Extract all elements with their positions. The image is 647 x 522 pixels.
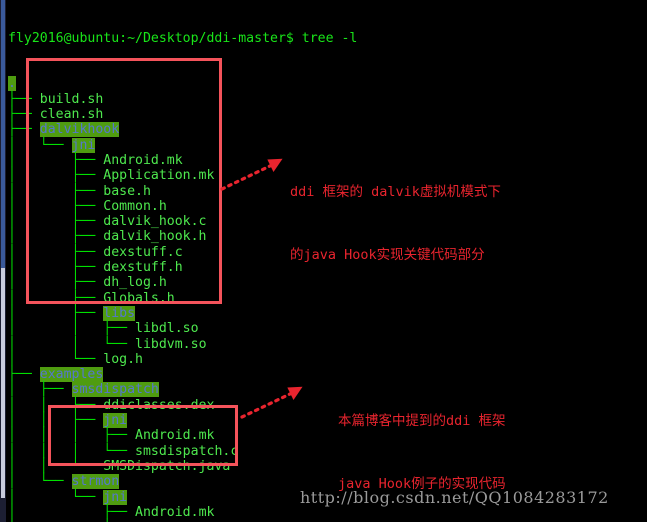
tree-branch-glyph: │ │ ├── bbox=[8, 321, 136, 337]
terminal-scrollbar[interactable] bbox=[0, 0, 6, 522]
tree-row: │ │ ├── libdl.so bbox=[8, 321, 647, 336]
tree-branch-glyph: ├── bbox=[8, 367, 40, 383]
watermark: http://blog.csdn.net/QQ1084283172 bbox=[300, 488, 609, 507]
tree-row: │ │ ├── ddiclasses.dex bbox=[8, 398, 647, 413]
tree-file-name[interactable]: SMSDispatch.java bbox=[103, 459, 230, 474]
tree-file-name[interactable]: Common.h bbox=[103, 199, 167, 214]
tree-directory-name[interactable]: examples bbox=[39, 367, 104, 383]
tree-branch-glyph: │ ├── bbox=[8, 504, 136, 520]
tree-directory-name[interactable]: jni bbox=[103, 489, 128, 505]
tree-branch-glyph: │ ├── bbox=[8, 260, 104, 276]
tree-row: │ ├── Android.mk bbox=[8, 505, 647, 520]
tree-file-name[interactable]: libdvm.so bbox=[135, 337, 206, 352]
tree-row: ├── build.sh bbox=[8, 92, 647, 107]
tree-root-label[interactable]: . bbox=[8, 76, 16, 92]
tree-file-name[interactable]: dalvik_hook.h bbox=[103, 229, 206, 244]
tree-branch-glyph: │ └── bbox=[8, 137, 72, 153]
tree-branch-glyph: │ │ │ └── bbox=[8, 443, 136, 459]
tree-row: │ │ └── libdvm.so bbox=[8, 337, 647, 352]
tree-row: │ ├── libs bbox=[8, 305, 647, 321]
scrollbar-thumb[interactable] bbox=[1, 0, 5, 268]
tree-branch-glyph: │ ├── bbox=[8, 214, 104, 230]
tree-file-name[interactable]: Globals.h bbox=[103, 291, 174, 306]
tree-row: │ │ │ ├── Android.mk bbox=[8, 428, 647, 443]
tree-file-name[interactable]: smsdispatch.c bbox=[135, 444, 238, 459]
tree-directory-name[interactable]: strmon bbox=[71, 474, 120, 490]
tree-branch-glyph: │ ├── bbox=[8, 290, 104, 306]
tree-branch-glyph: │ └── bbox=[8, 351, 104, 367]
callout-text-1-line1: ddi 框架的 dalvik虚拟机模式下 bbox=[290, 184, 501, 200]
terminal-window: fly2016@ubuntu:~/Desktop/ddi-master$ tre… bbox=[0, 0, 647, 522]
tree-branch-glyph: │ ├── bbox=[8, 183, 104, 199]
tree-branch-glyph: │ ├── bbox=[8, 152, 104, 168]
tree-directory-name[interactable]: smsdispatch bbox=[71, 382, 159, 398]
tree-file-name[interactable]: log.h bbox=[103, 352, 143, 367]
tree-branch-glyph: │ ├── bbox=[8, 244, 104, 260]
tree-file-name[interactable]: Android.mk bbox=[135, 505, 214, 520]
tree-branch-glyph: ├── bbox=[8, 107, 40, 123]
tree-row: ├── examples bbox=[8, 367, 647, 383]
tree-file-name[interactable]: Application.mk bbox=[103, 168, 214, 183]
tree-row: │ │ ├── jni bbox=[8, 413, 647, 429]
tree-file-name[interactable]: ddiclasses.dex bbox=[103, 398, 214, 413]
tree-file-name[interactable]: dexstuff.h bbox=[103, 260, 182, 275]
tree-branch-glyph: │ │ │ ├── bbox=[8, 428, 136, 444]
tree-branch-glyph: │ │ ├── bbox=[8, 397, 104, 413]
tree-branch-glyph: │ ├── bbox=[8, 305, 104, 321]
tree-root-row: . bbox=[8, 76, 647, 92]
tree-branch-glyph: │ │ ├── bbox=[8, 413, 104, 429]
tree-file-name[interactable]: libdl.so bbox=[135, 321, 199, 336]
tree-branch-glyph: │ ├── bbox=[8, 168, 104, 184]
tree-branch-glyph: │ │ └── bbox=[8, 336, 136, 352]
tree-row: │ ├── smsdispatch bbox=[8, 382, 647, 398]
tree-directory-name[interactable]: jni bbox=[71, 137, 96, 153]
tree-row: │ └── log.h bbox=[8, 352, 647, 367]
tree-branch-glyph: ├── bbox=[8, 122, 40, 138]
tree-branch-glyph: ├── bbox=[8, 91, 40, 107]
tree-branch-glyph: │ │ └── bbox=[8, 458, 104, 474]
prompt-line-top: fly2016@ubuntu:~/Desktop/ddi-master$ tre… bbox=[8, 30, 358, 46]
tree-file-name[interactable]: build.sh bbox=[40, 92, 104, 107]
callout-text-1-line2: 的java Hook实现关键代码部分 bbox=[290, 247, 485, 263]
tree-row: ├── clean.sh bbox=[8, 107, 647, 122]
callout-text-2-line1: 本篇博客中提到的ddi 框架 bbox=[338, 413, 506, 429]
tree-file-name[interactable]: base.h bbox=[103, 184, 151, 199]
tree-row: │ │ └── SMSDispatch.java bbox=[8, 459, 647, 474]
tree-file-name[interactable]: Android.mk bbox=[103, 153, 182, 168]
tree-file-name[interactable]: Android.mk bbox=[135, 428, 214, 443]
tree-directory-name[interactable]: jni bbox=[103, 413, 128, 429]
tree-branch-glyph: │ ├── bbox=[8, 382, 72, 398]
tree-file-name[interactable]: dexstuff.c bbox=[103, 245, 182, 260]
tree-file-name[interactable]: dalvik_hook.c bbox=[103, 214, 206, 229]
tree-file-name[interactable]: clean.sh bbox=[40, 107, 104, 122]
tree-row: ├── dalvikhook bbox=[8, 122, 647, 138]
tree-row: │ │ │ └── smsdispatch.c bbox=[8, 444, 647, 459]
tree-directory-name[interactable]: libs bbox=[103, 305, 136, 321]
callout-text-1: ddi 框架的 dalvik虚拟机模式下 的java Hook实现关键代码部分 bbox=[290, 140, 501, 308]
tree-branch-glyph: │ └── bbox=[8, 474, 72, 490]
tree-branch-glyph: │ ├── bbox=[8, 229, 104, 245]
tree-file-name[interactable]: dh_log.h bbox=[103, 275, 167, 290]
tree-branch-glyph: │ └── bbox=[8, 489, 104, 505]
scrollbar-thumb-highlight[interactable] bbox=[1, 268, 5, 498]
tree-branch-glyph: │ ├── bbox=[8, 198, 104, 214]
tree-directory-name[interactable]: dalvikhook bbox=[39, 122, 120, 138]
tree-branch-glyph: │ ├── bbox=[8, 275, 104, 291]
